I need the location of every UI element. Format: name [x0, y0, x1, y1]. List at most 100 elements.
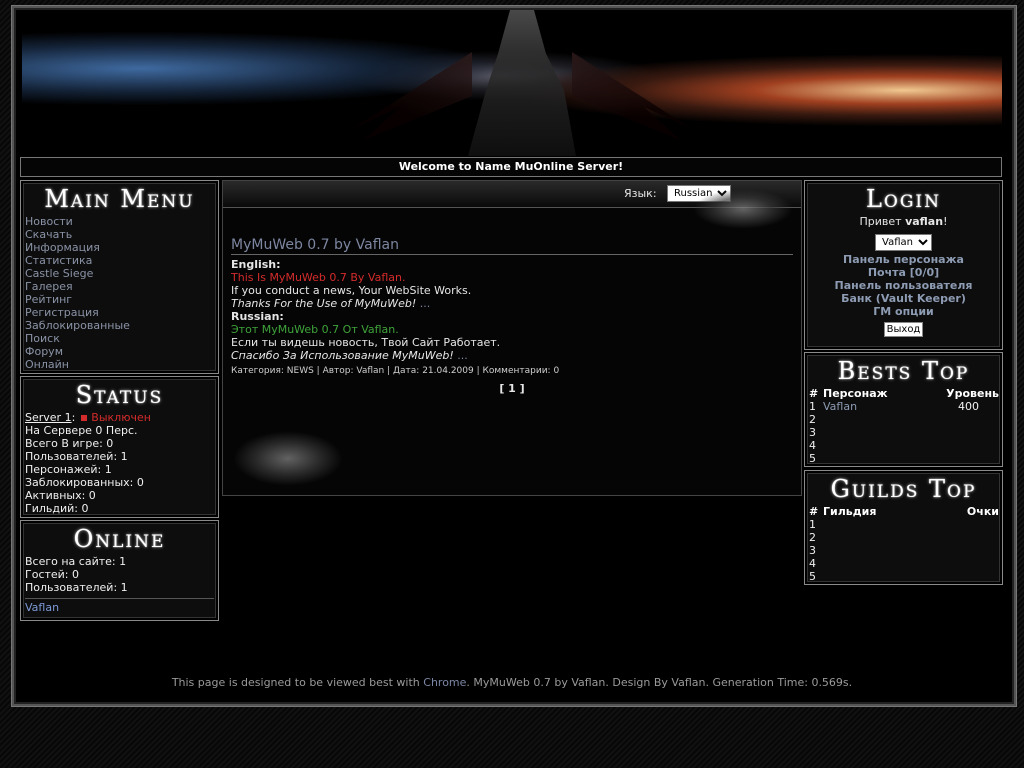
table-cell[interactable]: Vaflan	[823, 400, 920, 413]
table-cell	[823, 426, 920, 439]
table-cell	[933, 544, 999, 557]
login-menu-link[interactable]: ГМ опции	[805, 305, 1002, 318]
news-title[interactable]: MyMuWeb 0.7 by Vaflan	[231, 237, 793, 255]
online-line: Пользователей: 1	[25, 581, 128, 594]
table-cell	[823, 413, 920, 426]
table-cell: 4	[809, 557, 816, 570]
login-menu-link[interactable]: Панель пользователя	[805, 279, 1002, 292]
menu-item[interactable]: Поиск	[21, 332, 218, 345]
status-line: Гильдий: 0	[25, 502, 89, 515]
server-state: Выключен	[91, 411, 151, 424]
menu-item[interactable]: Скачать	[21, 228, 218, 241]
table-cell	[920, 426, 999, 439]
guilds-top-table: # Гильдия Очки 1 2 3 4 5	[809, 505, 999, 583]
main-menu-panel: Main Menu Новости Скачать Информация Статис…	[20, 180, 219, 374]
menu-item[interactable]: Онлайн	[21, 358, 218, 371]
status-line: Всего В игре: 0	[25, 437, 114, 450]
table-row: 5	[809, 570, 999, 583]
character-select[interactable]: Vaflan	[875, 234, 932, 251]
menu-item[interactable]: Статистика	[21, 254, 218, 267]
footer-chrome-link[interactable]: Chrome	[423, 676, 466, 689]
login-menu-link[interactable]: Панель персонажа	[805, 253, 1002, 266]
russian-label: Russian:	[231, 310, 284, 323]
online-divider	[25, 598, 214, 599]
login-greeting: Привет vaflan!	[859, 215, 948, 228]
table-cell: 5	[809, 570, 816, 583]
table-cell: 5	[809, 452, 816, 465]
table-cell	[920, 439, 999, 452]
table-cell	[920, 413, 999, 426]
banner-character-art	[468, 10, 576, 156]
table-cell: 1	[809, 400, 816, 413]
menu-item[interactable]: Заблокированные	[21, 319, 218, 332]
table-header-cell: Гильдия	[823, 505, 877, 518]
online-line: Всего на сайте: 1	[25, 555, 127, 568]
table-cell: 2	[809, 531, 816, 544]
menu-item[interactable]: Рейтинг	[21, 293, 218, 306]
news-article: MyMuWeb 0.7 by Vaflan English: This Is M…	[231, 237, 793, 395]
news-pager[interactable]: [ 1 ]	[231, 382, 793, 395]
bests-top-panel: Bests Top # Персонаж Уровень 1 Vaflan 400 2 3 4 5	[804, 352, 1003, 467]
dragon-ornament-top-icon	[693, 189, 793, 229]
bests-top-title: Bests Top	[837, 357, 970, 385]
table-header-cell: #	[809, 387, 819, 400]
table-row: 1	[809, 518, 999, 531]
table-row: 2	[809, 531, 999, 544]
status-title: Status	[75, 381, 164, 409]
status-panel: Status Server 1: Выключен На Сервере 0 П…	[20, 376, 219, 518]
online-stats: Всего на сайте: 1 Гостей: 0 Пользователей:…	[21, 555, 218, 594]
footer: This page is designed to be viewed best …	[0, 676, 1024, 689]
news-en-line3: Thanks For the Use of MyMuWeb! ...	[231, 297, 431, 310]
login-username: vaflan	[905, 215, 944, 228]
table-cell	[933, 570, 999, 583]
dragon-ornament-bottom-icon	[233, 431, 343, 486]
footer-suffix: . MyMuWeb 0.7 by Vaflan. Design By Vafla…	[466, 676, 853, 689]
table-cell: 3	[809, 544, 816, 557]
guilds-top-panel: Guilds Top # Гильдия Очки 1 2 3 4 5	[804, 470, 1003, 585]
status-line: На Сервере 0 Перс.	[25, 424, 138, 437]
status-line: Активных: 0	[25, 489, 96, 502]
guilds-top-title: Guilds Top	[830, 475, 977, 503]
login-title: Login	[865, 185, 942, 213]
status-line: Заблокированных: 0	[25, 476, 144, 489]
table-header-row: # Персонаж Уровень	[809, 387, 999, 400]
news-ru-line1: Этот MyMuWeb 0.7 От Vaflan.	[231, 323, 399, 336]
main-menu-title: Main Menu	[44, 185, 195, 213]
table-row: 1 Vaflan 400	[809, 400, 999, 413]
table-header-row: # Гильдия Очки	[809, 505, 999, 518]
banner-wing-right	[572, 52, 692, 140]
table-row: 5	[809, 452, 999, 465]
news-meta: Категория: NEWS | Автор: Vaflan | Дата: …	[231, 366, 560, 376]
server-status-line: Server 1: Выключен	[25, 411, 151, 424]
menu-item[interactable]: Форум	[21, 345, 218, 358]
server-name[interactable]: Server 1	[25, 411, 72, 424]
menu-item[interactable]: Информация	[21, 241, 218, 254]
online-user-link[interactable]: Vaflan	[21, 601, 218, 614]
menu-item[interactable]: Регистрация	[21, 306, 218, 319]
table-header-cell: Очки	[966, 505, 999, 518]
english-label: English:	[231, 258, 281, 271]
online-line: Гостей: 0	[25, 568, 80, 581]
news-ru-line2: Если ты видешь новость, Твой Сайт Работа…	[231, 336, 501, 349]
login-links: Панель персонажа Почта [0/0] Панель пользо…	[805, 253, 1002, 318]
table-header-cell: Уровень	[946, 387, 999, 400]
logout-button[interactable]: Выход	[883, 322, 924, 337]
bests-top-table: # Персонаж Уровень 1 Vaflan 400 2 3 4 5	[809, 387, 999, 465]
footer-prefix: This page is designed to be viewed best …	[171, 676, 424, 689]
menu-item[interactable]: Новости	[21, 215, 218, 228]
table-cell	[933, 518, 999, 531]
main-menu-list: Новости Скачать Информация Статистика Castle…	[21, 215, 218, 371]
status-line: Персонажей: 1	[25, 463, 112, 476]
news-ru-line3: Спасибо За Использование MyMuWeb! ...	[231, 349, 468, 362]
menu-item[interactable]: Галерея	[21, 280, 218, 293]
status-line: Пользователей: 1	[25, 450, 128, 463]
table-row: 4	[809, 439, 999, 452]
table-cell	[823, 439, 920, 452]
table-cell	[823, 570, 933, 583]
login-menu-link[interactable]: Почта [0/0]	[805, 266, 1002, 279]
login-menu-link[interactable]: Банк (Vault Keeper)	[805, 292, 1002, 305]
table-cell	[933, 557, 999, 570]
logout-wrap: Выход	[805, 322, 1002, 337]
table-cell	[823, 452, 920, 465]
menu-item[interactable]: Castle Siege	[21, 267, 218, 280]
